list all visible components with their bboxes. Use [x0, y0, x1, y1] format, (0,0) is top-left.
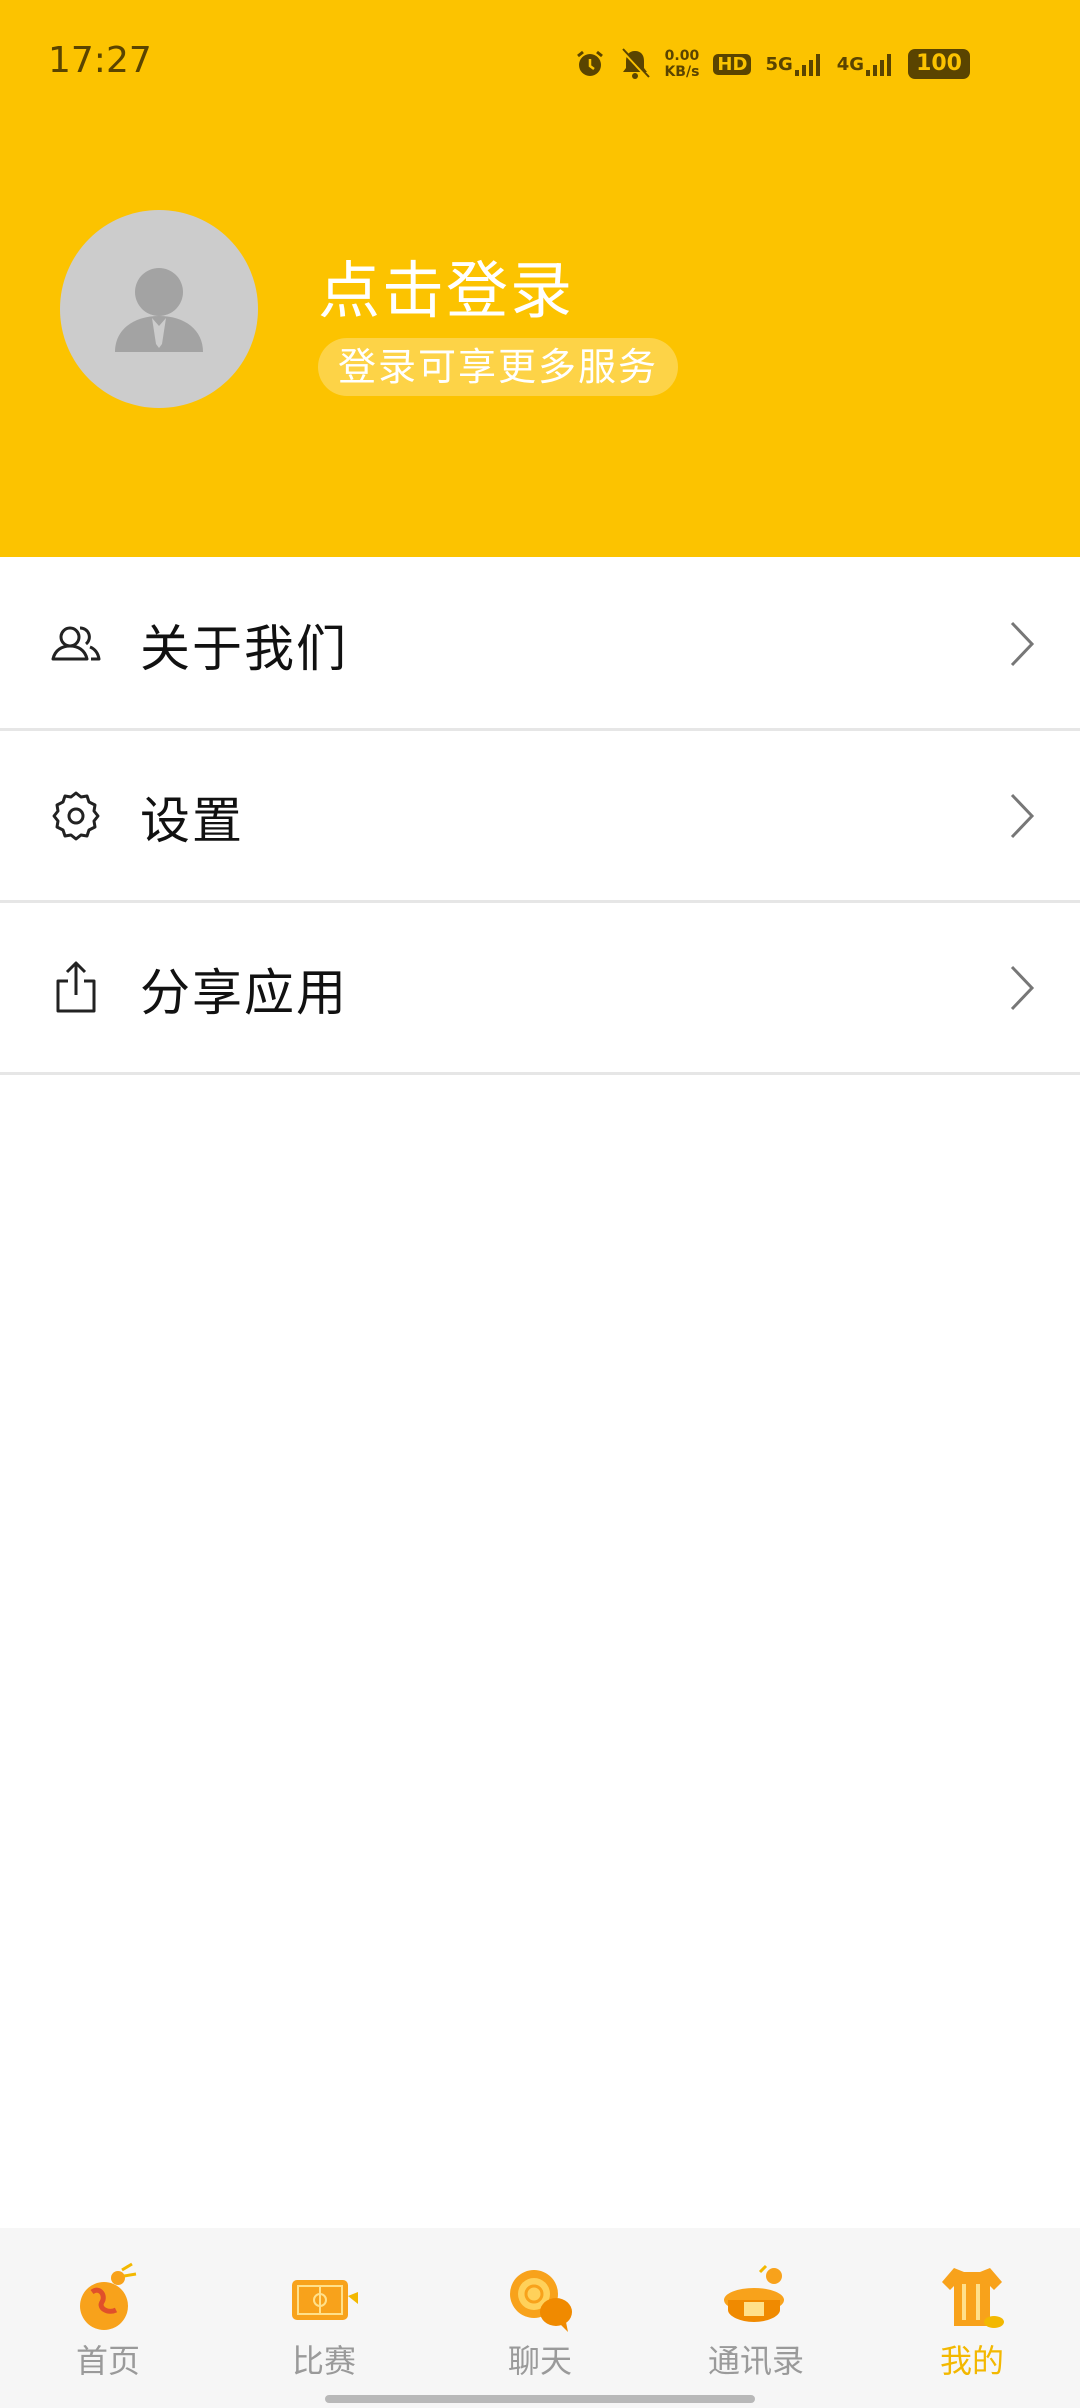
- menu-item-label: 关于我们: [140, 620, 348, 678]
- sim1-network-label: 5G: [765, 53, 793, 75]
- menu-item-label: 设置: [140, 792, 244, 850]
- tab-label: 首页: [75, 2342, 140, 2380]
- chat-icon: [510, 2270, 572, 2332]
- tab-home[interactable]: 首页: [0, 2228, 216, 2408]
- menu-item-label: 分享应用: [140, 964, 348, 1022]
- login-subtitle[interactable]: 登录可享更多服务: [318, 338, 679, 396]
- bell-off-icon: [620, 48, 651, 80]
- home-icon: [80, 2262, 137, 2330]
- profile-header: 17:27 0.00 KB/s HD 5G 4G 100 点击登录 登录可享更多…: [0, 0, 1080, 557]
- status-icons: 0.00 KB/s HD 5G 4G 100: [574, 44, 970, 84]
- network-speed-value: 0.00: [664, 48, 700, 64]
- tab-label: 聊天: [507, 2342, 572, 2380]
- person-icon: [115, 268, 203, 352]
- chevron-right-icon: [1010, 621, 1035, 667]
- hd-label: HD: [713, 53, 752, 75]
- bottom-nav: 首页 比赛 聊天 通讯录 我的: [0, 2228, 1080, 2408]
- home-indicator[interactable]: [325, 2395, 755, 2403]
- status-time: 17:27: [48, 40, 152, 81]
- share-icon: [56, 961, 96, 1013]
- tab-profile[interactable]: 我的: [864, 2228, 1080, 2408]
- tab-contacts[interactable]: 通讯录: [648, 2228, 864, 2408]
- signal-icon-2: 4G: [837, 50, 894, 78]
- tab-label: 比赛: [291, 2342, 356, 2380]
- users-icon: [51, 626, 101, 661]
- menu-item-share-app[interactable]: 分享应用: [0, 903, 1080, 1075]
- network-speed: 0.00 KB/s: [664, 48, 699, 80]
- avatar[interactable]: [60, 210, 258, 408]
- login-title[interactable]: 点击登录: [318, 240, 574, 330]
- profile-icon: [942, 2268, 1004, 2328]
- hd-icon: HD: [713, 53, 752, 75]
- tab-label: 通讯录: [707, 2342, 804, 2380]
- match-icon: [292, 2280, 358, 2320]
- status-bar: 17:27 0.00 KB/s HD 5G 4G 100: [0, 0, 1080, 126]
- chevron-right-icon: [1010, 793, 1035, 839]
- chevron-right-icon: [1010, 965, 1035, 1011]
- gear-icon: [52, 791, 100, 841]
- signal-icon: 5G: [765, 50, 822, 78]
- tab-label: 我的: [939, 2342, 1004, 2380]
- contacts-icon: [724, 2264, 784, 2322]
- tab-match[interactable]: 比赛: [216, 2228, 432, 2408]
- sim2-network-label: 4G: [836, 53, 865, 75]
- menu-item-about-us[interactable]: 关于我们: [0, 559, 1080, 731]
- menu-item-settings[interactable]: 设置: [0, 731, 1080, 903]
- network-speed-unit: KB/s: [664, 64, 700, 80]
- tab-chat[interactable]: 聊天: [432, 2228, 648, 2408]
- settings-menu: 关于我们 设置 分享应用: [0, 559, 1080, 1075]
- battery-icon: 100: [908, 49, 970, 79]
- alarm-icon: [574, 48, 606, 80]
